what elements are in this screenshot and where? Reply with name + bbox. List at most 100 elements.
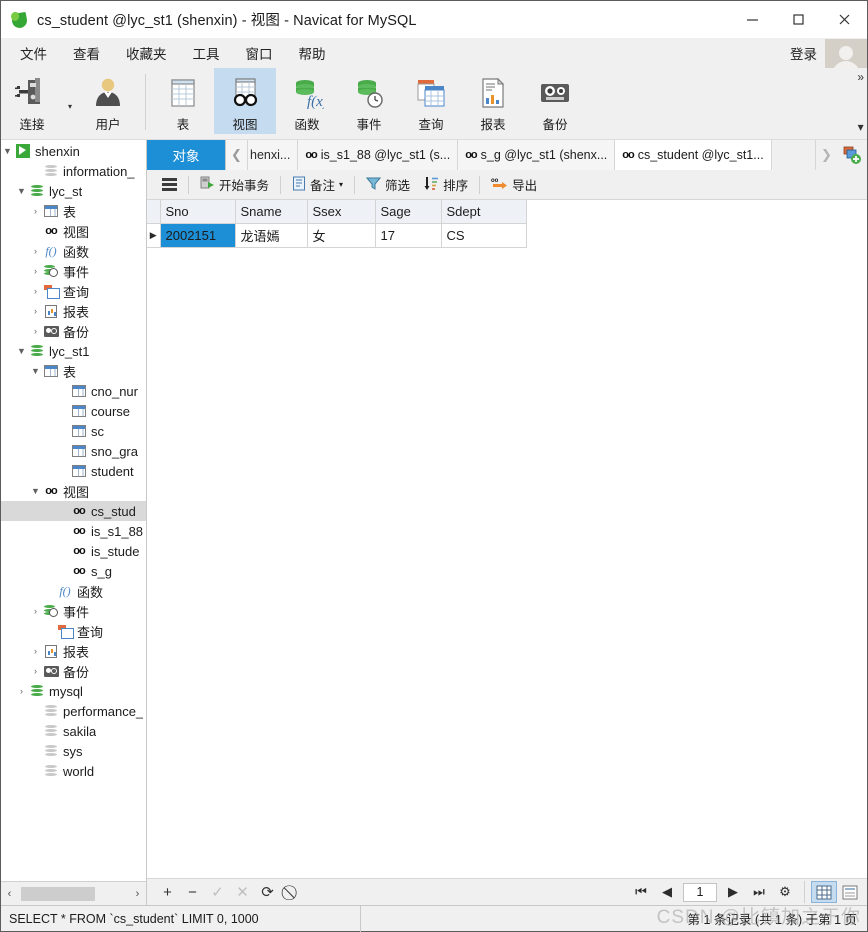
tree-item[interactable]: › 备份: [1, 321, 146, 341]
toolbar-overflow-more-icon[interactable]: »: [857, 71, 864, 83]
chevron-right-icon[interactable]: ›: [29, 266, 42, 276]
menu-help[interactable]: 帮助: [286, 39, 339, 67]
tree-item[interactable]: ▼ oo 视图: [1, 481, 146, 501]
toolbar-event-button[interactable]: 事件: [338, 68, 400, 134]
grid-cell[interactable]: 龙语嫣: [235, 223, 308, 248]
tree-item[interactable]: world: [1, 761, 146, 781]
tree-item[interactable]: performance_: [1, 701, 146, 721]
tree-item[interactable]: › f() 函数: [1, 241, 146, 261]
confirm-edit-button[interactable]: ✓: [205, 883, 230, 901]
minimize-button[interactable]: [729, 1, 775, 38]
note-button[interactable]: 备注 ▾: [285, 173, 350, 197]
tab-scroll-left-icon[interactable]: ❮: [226, 140, 248, 170]
chevron-right-icon[interactable]: ›: [29, 646, 42, 656]
grid-cell[interactable]: 女: [307, 223, 376, 248]
table-row[interactable]: ▶ 2002151 龙语嫣女 17 CS: [147, 223, 527, 248]
add-record-button[interactable]: +: [155, 884, 180, 901]
tree-item[interactable]: sakila: [1, 721, 146, 741]
tree-item[interactable]: oo cs_stud: [1, 501, 146, 521]
tree-item[interactable]: sno_gra: [1, 441, 146, 461]
chevron-right-icon[interactable]: ›: [29, 246, 42, 256]
chevron-right-icon[interactable]: ›: [29, 206, 42, 216]
login-link[interactable]: 登录: [790, 43, 825, 63]
editor-tab[interactable]: henxi...: [248, 140, 299, 170]
add-tab-icon[interactable]: [837, 140, 867, 170]
grid-column-header[interactable]: Sdept: [441, 200, 527, 224]
tree-item[interactable]: oo is_stude: [1, 541, 146, 561]
editor-tab[interactable]: oo s_g @lyc_st1 (shenx...: [458, 140, 616, 170]
data-grid[interactable]: Sno Sname Ssex Sage Sdept ▶ 2002151 龙语嫣女 17 CS: [147, 200, 527, 248]
last-page-button[interactable]: ⏭: [746, 884, 772, 900]
chevron-down-icon[interactable]: ▼: [29, 486, 42, 496]
chevron-down-icon[interactable]: ▼: [15, 346, 28, 356]
tree-item[interactable]: › 查询: [1, 281, 146, 301]
tree-item[interactable]: sc: [1, 421, 146, 441]
sidebar-hscrollbar[interactable]: ‹ ›: [1, 881, 146, 905]
toolbar-user-button[interactable]: 用户: [77, 68, 139, 134]
grid-cell[interactable]: 17: [375, 223, 442, 248]
data-grid-area[interactable]: Sno Sname Ssex Sage Sdept ▶ 2002151 龙语嫣女 17 CS: [147, 200, 867, 878]
tree-item[interactable]: › mysql: [1, 681, 146, 701]
tree-item[interactable]: ▼ lyc_st1: [1, 341, 146, 361]
tree-item[interactable]: › 表: [1, 201, 146, 221]
tree-item[interactable]: oo is_s1_88: [1, 521, 146, 541]
scroll-right-icon[interactable]: ›: [129, 888, 146, 900]
tree-item[interactable]: sys: [1, 741, 146, 761]
chevron-right-icon[interactable]: ›: [15, 686, 28, 696]
tree-item[interactable]: › 事件: [1, 601, 146, 621]
grid-cell[interactable]: CS: [441, 223, 527, 248]
grid-column-header[interactable]: Ssex: [307, 200, 376, 224]
grid-settings-button[interactable]: ⚙: [772, 884, 798, 900]
chevron-right-icon[interactable]: ›: [29, 666, 42, 676]
tree-item[interactable]: › 报表: [1, 301, 146, 321]
chevron-down-icon[interactable]: ▼: [1, 146, 14, 156]
menu-window[interactable]: 窗口: [233, 39, 286, 67]
editor-tab[interactable]: oo is_s1_88 @lyc_st1 (s...: [298, 140, 459, 170]
sort-button[interactable]: 排序: [417, 173, 475, 197]
tree-item[interactable]: f() 函数: [1, 581, 146, 601]
chevron-right-icon[interactable]: ›: [29, 286, 42, 296]
editor-tab[interactable]: oo cs_student @lyc_st1...: [615, 140, 772, 170]
scroll-left-icon[interactable]: ‹: [1, 888, 18, 900]
chevron-down-icon[interactable]: ▾: [63, 68, 77, 134]
grid-view-icon[interactable]: [811, 881, 837, 903]
chevron-right-icon[interactable]: ›: [29, 326, 42, 336]
tree-item[interactable]: ▼ lyc_st: [1, 181, 146, 201]
menu-view[interactable]: 查看: [60, 39, 113, 67]
tree-item[interactable]: ▼ shenxin: [1, 141, 146, 161]
prev-page-button[interactable]: ◀: [654, 884, 680, 900]
menu-file[interactable]: 文件: [7, 39, 60, 67]
tree-item[interactable]: ▼ 表: [1, 361, 146, 381]
toolbar-view-button[interactable]: 视图: [214, 68, 276, 134]
tree-item[interactable]: student: [1, 461, 146, 481]
first-page-button[interactable]: ⏮: [628, 884, 654, 900]
next-page-button[interactable]: ▶: [720, 884, 746, 900]
toolbar-report-button[interactable]: 报表: [462, 68, 524, 134]
toolbar-connection-button[interactable]: 连接: [1, 68, 63, 134]
stop-button[interactable]: ⃠: [280, 884, 305, 901]
toolbar-function-button[interactable]: f(x) 函数: [276, 68, 338, 134]
chevron-down-icon[interactable]: ▼: [15, 186, 28, 196]
delete-record-button[interactable]: −: [180, 884, 205, 901]
chevron-right-icon[interactable]: ›: [29, 306, 42, 316]
tab-scroll-right-icon[interactable]: ❯: [815, 140, 837, 170]
tree-item[interactable]: oo 视图: [1, 221, 146, 241]
tree-item[interactable]: › 事件: [1, 261, 146, 281]
tree-item[interactable]: › 备份: [1, 661, 146, 681]
grid-column-header[interactable]: Sname: [235, 200, 308, 224]
toolbar-backup-button[interactable]: 备份: [524, 68, 586, 134]
object-tree[interactable]: ▼ shenxin information_ ▼ lyc_st › 表 oo 视图 › f() 函数 ›…: [1, 140, 146, 881]
menu-tools[interactable]: 工具: [180, 39, 233, 67]
grid-cell[interactable]: 2002151: [160, 223, 236, 248]
grid-menu-button[interactable]: [155, 173, 184, 197]
grid-column-header[interactable]: Sage: [375, 200, 442, 224]
begin-transaction-button[interactable]: 开始事务: [193, 173, 276, 197]
maximize-button[interactable]: [775, 1, 821, 38]
page-number-input[interactable]: 1: [683, 882, 717, 902]
tree-item[interactable]: cno_nur: [1, 381, 146, 401]
close-button[interactable]: [821, 1, 867, 38]
tree-item[interactable]: 查询: [1, 621, 146, 641]
chevron-right-icon[interactable]: ›: [29, 606, 42, 616]
filter-button[interactable]: 筛选: [359, 173, 417, 197]
grid-column-header[interactable]: Sno: [160, 200, 236, 224]
